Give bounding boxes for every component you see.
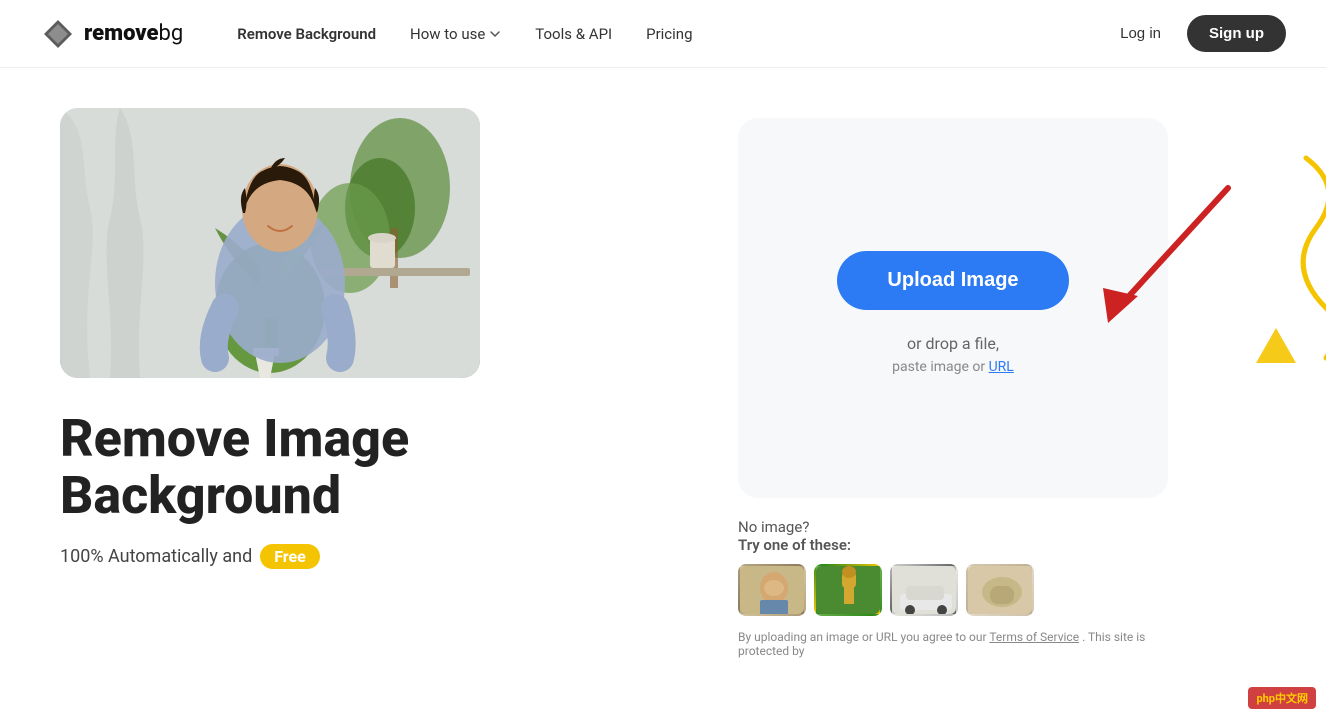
chevron-down-icon [489,28,501,40]
sample-image-3[interactable] [890,564,958,616]
drop-text: or drop a file, [907,334,999,353]
left-section: Remove Image Background 100% Automatical… [60,108,660,569]
sample-image-2[interactable] [814,564,882,616]
logo-icon [40,16,76,52]
logo[interactable]: removebg [40,16,183,52]
upload-box: Upload Image or drop a file, paste image… [738,118,1168,498]
logo-text: removebg [84,21,183,46]
login-button[interactable]: Log in [1106,17,1175,50]
sample-images [738,564,1168,616]
nav-tools-api[interactable]: Tools & API [521,17,626,51]
terms-link[interactable]: Terms of Service [989,630,1079,644]
nav-right: Log in Sign up [1106,15,1286,52]
upload-image-button[interactable]: Upload Image [837,251,1068,310]
free-badge: Free [260,544,320,569]
paste-text: paste image or URL [892,359,1014,375]
navbar: removebg Remove Background How to use To… [0,0,1326,68]
nav-remove-background[interactable]: Remove Background [223,17,390,51]
url-link[interactable]: URL [989,359,1014,375]
triangle-decoration [1256,328,1296,363]
sample-label: No image? Try one of these: [738,518,1168,554]
nav-pricing[interactable]: Pricing [632,17,706,51]
hero-image [60,108,480,378]
sample-image-4[interactable] [966,564,1034,616]
sample-image-1[interactable] [738,564,806,616]
subline: 100% Automatically and Free [60,544,660,569]
sample-section: No image? Try one of these: [738,518,1168,616]
signup-button[interactable]: Sign up [1187,15,1286,52]
nav-how-to-use[interactable]: How to use [396,17,515,51]
arrow-decoration [1068,178,1248,338]
main-content: Remove Image Background 100% Automatical… [0,68,1326,719]
right-section: Upload Image or drop a file, paste image… [660,108,1246,658]
nav-links: Remove Background How to use Tools & API… [223,17,706,51]
php-badge: php中文网 [1248,687,1316,709]
footer-text: By uploading an image or URL you agree t… [738,630,1168,658]
headline: Remove Image Background [60,410,660,524]
